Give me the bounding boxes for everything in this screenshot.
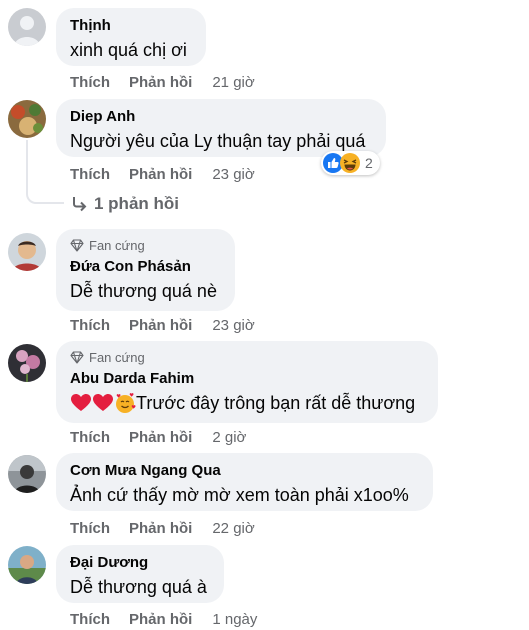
author-name[interactable]: Abu Darda Fahim — [70, 369, 424, 388]
comment-bubble: Fan cứng Đứa Con Phásản Dễ thương quá nè — [56, 229, 235, 311]
profile-photo-icon — [8, 546, 46, 584]
profile-photo-icon — [8, 233, 46, 271]
thread-connector — [26, 140, 64, 204]
like-button[interactable]: Thích — [70, 429, 110, 446]
comment-bubble: Fan cứng Abu Darda Fahim Trước đây trông… — [56, 341, 438, 423]
comment-text: Người yêu của Ly thuận tay phải quá — [70, 131, 366, 151]
comment-text: Dễ thương quá à — [70, 577, 207, 597]
comment-bubble: Diep Anh Người yêu của Ly thuận tay phải… — [56, 99, 386, 157]
comment-text-row: Trước đây trông bạn rất dễ thương — [70, 391, 424, 415]
comment-actions: Thích Phản hồi 23 giờ — [70, 164, 255, 184]
timestamp[interactable]: 21 giờ — [212, 74, 254, 91]
reply-button[interactable]: Phản hồi — [129, 520, 192, 537]
comment-actions: Thích Phản hồi 23 giờ — [70, 315, 255, 335]
reply-button[interactable]: Phản hồi — [129, 317, 192, 334]
like-button[interactable]: Thích — [70, 166, 110, 183]
reply-button[interactable]: Phản hồi — [129, 611, 192, 628]
top-fan-badge: Fan cứng — [70, 349, 424, 365]
comment-text: Trước đây trông bạn rất dễ thương — [136, 393, 416, 413]
timestamp[interactable]: 22 giờ — [212, 520, 254, 537]
avatar[interactable] — [8, 100, 46, 138]
laughing-icon — [340, 153, 360, 173]
comment-actions: Thích Phản hồi 1 ngày — [70, 609, 257, 629]
like-button[interactable]: Thích — [70, 74, 110, 91]
reaction-count: 2 — [365, 155, 373, 171]
profile-photo-icon — [8, 100, 46, 138]
profile-photo-icon — [8, 344, 46, 382]
comment-text: xinh quá chị ơi — [70, 40, 187, 60]
like-button[interactable]: Thích — [70, 611, 110, 628]
author-name[interactable]: Thịnh — [70, 16, 192, 35]
heart-icon — [93, 394, 113, 411]
profile-photo-icon — [8, 455, 46, 493]
comment-actions: Thích Phản hồi 2 giờ — [70, 427, 246, 447]
timestamp[interactable]: 2 giờ — [212, 429, 246, 446]
comment-text: Dễ thương quá nè — [70, 281, 217, 301]
avatar[interactable] — [8, 455, 46, 493]
reply-arrow-icon — [73, 197, 87, 212]
top-fan-badge: Fan cứng — [70, 237, 221, 253]
timestamp[interactable]: 23 giờ — [212, 166, 254, 183]
view-replies-link[interactable]: 1 phản hồi — [70, 194, 179, 214]
reply-button[interactable]: Phản hồi — [129, 166, 192, 183]
timestamp[interactable]: 23 giờ — [212, 317, 254, 334]
comment-bubble: Thịnh xinh quá chị ơi — [56, 8, 206, 66]
badge-label: Fan cứng — [89, 237, 145, 253]
avatar[interactable] — [8, 344, 46, 382]
comment-bubble: Cơn Mưa Ngang Qua Ảnh cứ thấy mờ mờ xem … — [56, 453, 433, 511]
comment-actions: Thích Phản hồi 21 giờ — [70, 72, 255, 92]
badge-label: Fan cứng — [89, 349, 145, 365]
heart-icon — [71, 394, 91, 411]
like-button[interactable]: Thích — [70, 520, 110, 537]
author-name[interactable]: Diep Anh — [70, 107, 372, 126]
avatar[interactable] — [8, 233, 46, 271]
like-button[interactable]: Thích — [70, 317, 110, 334]
author-name[interactable]: Đại Dương — [70, 553, 210, 572]
reply-button[interactable]: Phản hồi — [129, 74, 192, 91]
author-name[interactable]: Cơn Mưa Ngang Qua — [70, 461, 419, 480]
avatar[interactable] — [8, 8, 46, 46]
comment-actions: Thích Phản hồi 22 giờ — [70, 518, 255, 538]
comment-text: Ảnh cứ thấy mờ mờ xem toàn phải x1oo% — [70, 485, 409, 505]
default-avatar-icon — [8, 8, 46, 46]
author-name[interactable]: Đứa Con Phásản — [70, 257, 221, 276]
reaction-summary[interactable]: 2 — [321, 151, 380, 175]
diamond-icon — [70, 350, 84, 364]
reply-count-label: 1 phản hồi — [94, 194, 179, 213]
smiling-hearts-icon — [116, 393, 136, 413]
reply-button[interactable]: Phản hồi — [129, 429, 192, 446]
avatar[interactable] — [8, 546, 46, 584]
timestamp[interactable]: 1 ngày — [212, 611, 257, 628]
comment-bubble: Đại Dương Dễ thương quá à — [56, 545, 224, 603]
diamond-icon — [70, 238, 84, 252]
